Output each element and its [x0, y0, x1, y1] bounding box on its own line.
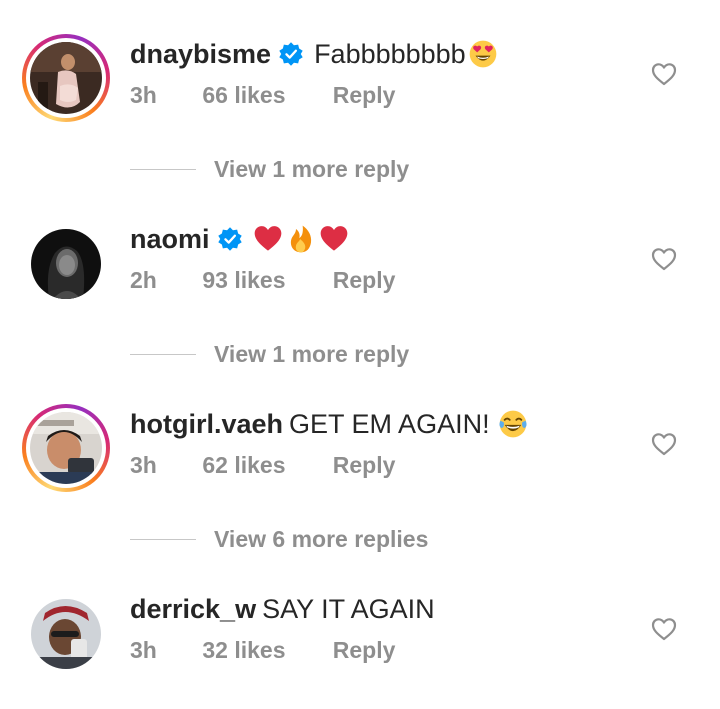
avatar-photo — [31, 599, 101, 669]
comment-meta: 3h 66 likes Reply — [130, 82, 395, 109]
comment-item: hotgirl.vaeh GET EM AGAIN! 3h 62 likes R… — [0, 404, 720, 524]
red-heart-emoji — [320, 226, 347, 251]
comment-meta: 2h 93 likes Reply — [130, 267, 395, 294]
avatar-photo — [30, 42, 102, 114]
comment-time: 3h — [130, 637, 157, 663]
verified-badge-icon — [217, 227, 242, 251]
comment-time: 2h — [130, 267, 157, 293]
tears-of-joy-emoji — [499, 410, 527, 438]
verified-badge-icon — [279, 42, 303, 66]
reply-button[interactable]: Reply — [333, 637, 396, 664]
avatar[interactable] — [22, 219, 110, 307]
view-more-replies[interactable]: View 6 more replies — [130, 524, 428, 554]
reply-button[interactable]: Reply — [333, 452, 396, 479]
view-more-replies-label[interactable]: View 6 more replies — [214, 526, 428, 553]
view-more-replies[interactable]: View 1 more reply — [130, 154, 409, 184]
reply-divider — [130, 168, 196, 170]
red-heart-emoji — [254, 226, 281, 251]
heart-eyes-emoji — [469, 40, 497, 68]
avatar[interactable] — [22, 404, 110, 492]
avatar-photo — [31, 229, 101, 299]
username[interactable]: naomi — [130, 224, 210, 255]
likes-count[interactable]: 93 likes — [202, 267, 326, 294]
comment-line: naomi — [130, 219, 349, 259]
heart-outline-icon[interactable] — [651, 432, 677, 456]
likes-count[interactable]: 66 likes — [202, 82, 326, 109]
comment-item: dnaybisme Fabbbbbbbb 3h 66 likes Reply — [0, 34, 720, 154]
reply-button[interactable]: Reply — [333, 82, 396, 109]
comment-text: GET EM AGAIN! — [289, 408, 490, 439]
fire-emoji — [290, 225, 311, 253]
comment-line: hotgirl.vaeh GET EM AGAIN! — [130, 404, 528, 444]
comment-text: Fabbbbbbbb — [314, 38, 466, 69]
heart-outline-icon[interactable] — [651, 617, 677, 641]
username[interactable]: hotgirl.vaeh — [130, 409, 283, 440]
reply-divider — [130, 353, 196, 355]
likes-count[interactable]: 62 likes — [202, 452, 326, 479]
comment-item: naomi 2h 93 likes Reply — [0, 219, 720, 339]
avatar-photo — [30, 412, 102, 484]
comment-meta: 3h 32 likes Reply — [130, 637, 395, 664]
comment-meta: 3h 62 likes Reply — [130, 452, 395, 479]
view-more-replies-label[interactable]: View 1 more reply — [214, 341, 409, 368]
comment-time: 3h — [130, 82, 157, 108]
username[interactable]: derrick_w — [130, 594, 256, 625]
username[interactable]: dnaybisme — [130, 39, 271, 70]
avatar[interactable] — [22, 34, 110, 122]
comment-line: dnaybisme Fabbbbbbbb — [130, 34, 498, 74]
likes-count[interactable]: 32 likes — [202, 637, 326, 664]
comment-line: derrick_w SAY IT AGAIN — [130, 589, 435, 629]
view-more-replies[interactable]: View 1 more reply — [130, 339, 409, 369]
avatar[interactable] — [22, 589, 110, 677]
reply-button[interactable]: Reply — [333, 267, 396, 294]
reply-divider — [130, 538, 196, 540]
heart-outline-icon[interactable] — [651, 247, 677, 271]
view-more-replies-label[interactable]: View 1 more reply — [214, 156, 409, 183]
comment-time: 3h — [130, 452, 157, 478]
comment-item: derrick_w SAY IT AGAIN 3h 32 likes Reply — [0, 589, 720, 709]
comment-text: SAY IT AGAIN — [262, 593, 435, 624]
heart-outline-icon[interactable] — [651, 62, 677, 86]
